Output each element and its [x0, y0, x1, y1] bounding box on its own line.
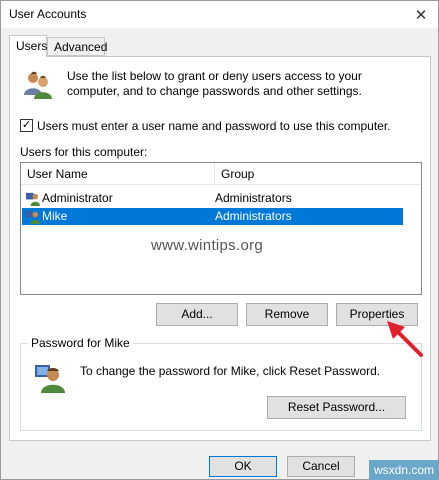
reset-password-button[interactable]: Reset Password...	[267, 396, 406, 419]
users-tab-panel: Use the list below to grant or deny user…	[9, 56, 431, 441]
user-name: Mike	[42, 209, 68, 223]
user-icon	[25, 210, 40, 224]
require-login-checkbox[interactable]: ✓	[20, 119, 33, 132]
require-login-label: Users must enter a user name and passwor…	[37, 119, 391, 133]
users-icon	[24, 71, 52, 99]
password-group-legend: Password for Mike	[28, 336, 133, 350]
red-arrow-icon	[387, 321, 423, 357]
users-listview[interactable]: User Name Group Administrator Administra…	[20, 162, 422, 295]
user-accounts-dialog: User Accounts ✕ Users Advanced Use the l…	[0, 0, 439, 480]
watermark-badge: wsxdn.com	[369, 460, 439, 480]
tab-users[interactable]: Users	[9, 35, 47, 57]
user-group: Administrators	[215, 191, 292, 205]
close-icon[interactable]: ✕	[404, 1, 438, 28]
user-icon	[25, 192, 40, 206]
tab-advanced[interactable]: Advanced	[47, 37, 107, 56]
watermark-text: www.wintips.org	[151, 237, 264, 254]
list-item[interactable]: Administrator Administrators	[22, 190, 403, 207]
intro-text: Use the list below to grant or deny user…	[67, 69, 362, 98]
ok-button[interactable]: OK	[209, 456, 277, 477]
remove-button[interactable]: Remove	[246, 303, 328, 326]
user-group: Administrators	[215, 209, 292, 223]
list-item-selected[interactable]: Mike Administrators	[22, 208, 403, 225]
cancel-button[interactable]: Cancel	[287, 456, 355, 477]
window-title: User Accounts	[9, 7, 87, 21]
checkmark-icon: ✓	[21, 119, 32, 131]
title-bar: User Accounts ✕	[1, 1, 438, 28]
password-info-text: To change the password for Mike, click R…	[80, 364, 381, 378]
column-header-group[interactable]: Group	[215, 163, 421, 185]
user-name: Administrator	[42, 191, 113, 205]
user-icon	[35, 365, 65, 393]
add-button[interactable]: Add...	[156, 303, 238, 326]
column-header-user-name[interactable]: User Name	[21, 163, 215, 185]
users-list-label: Users for this computer:	[20, 145, 148, 159]
